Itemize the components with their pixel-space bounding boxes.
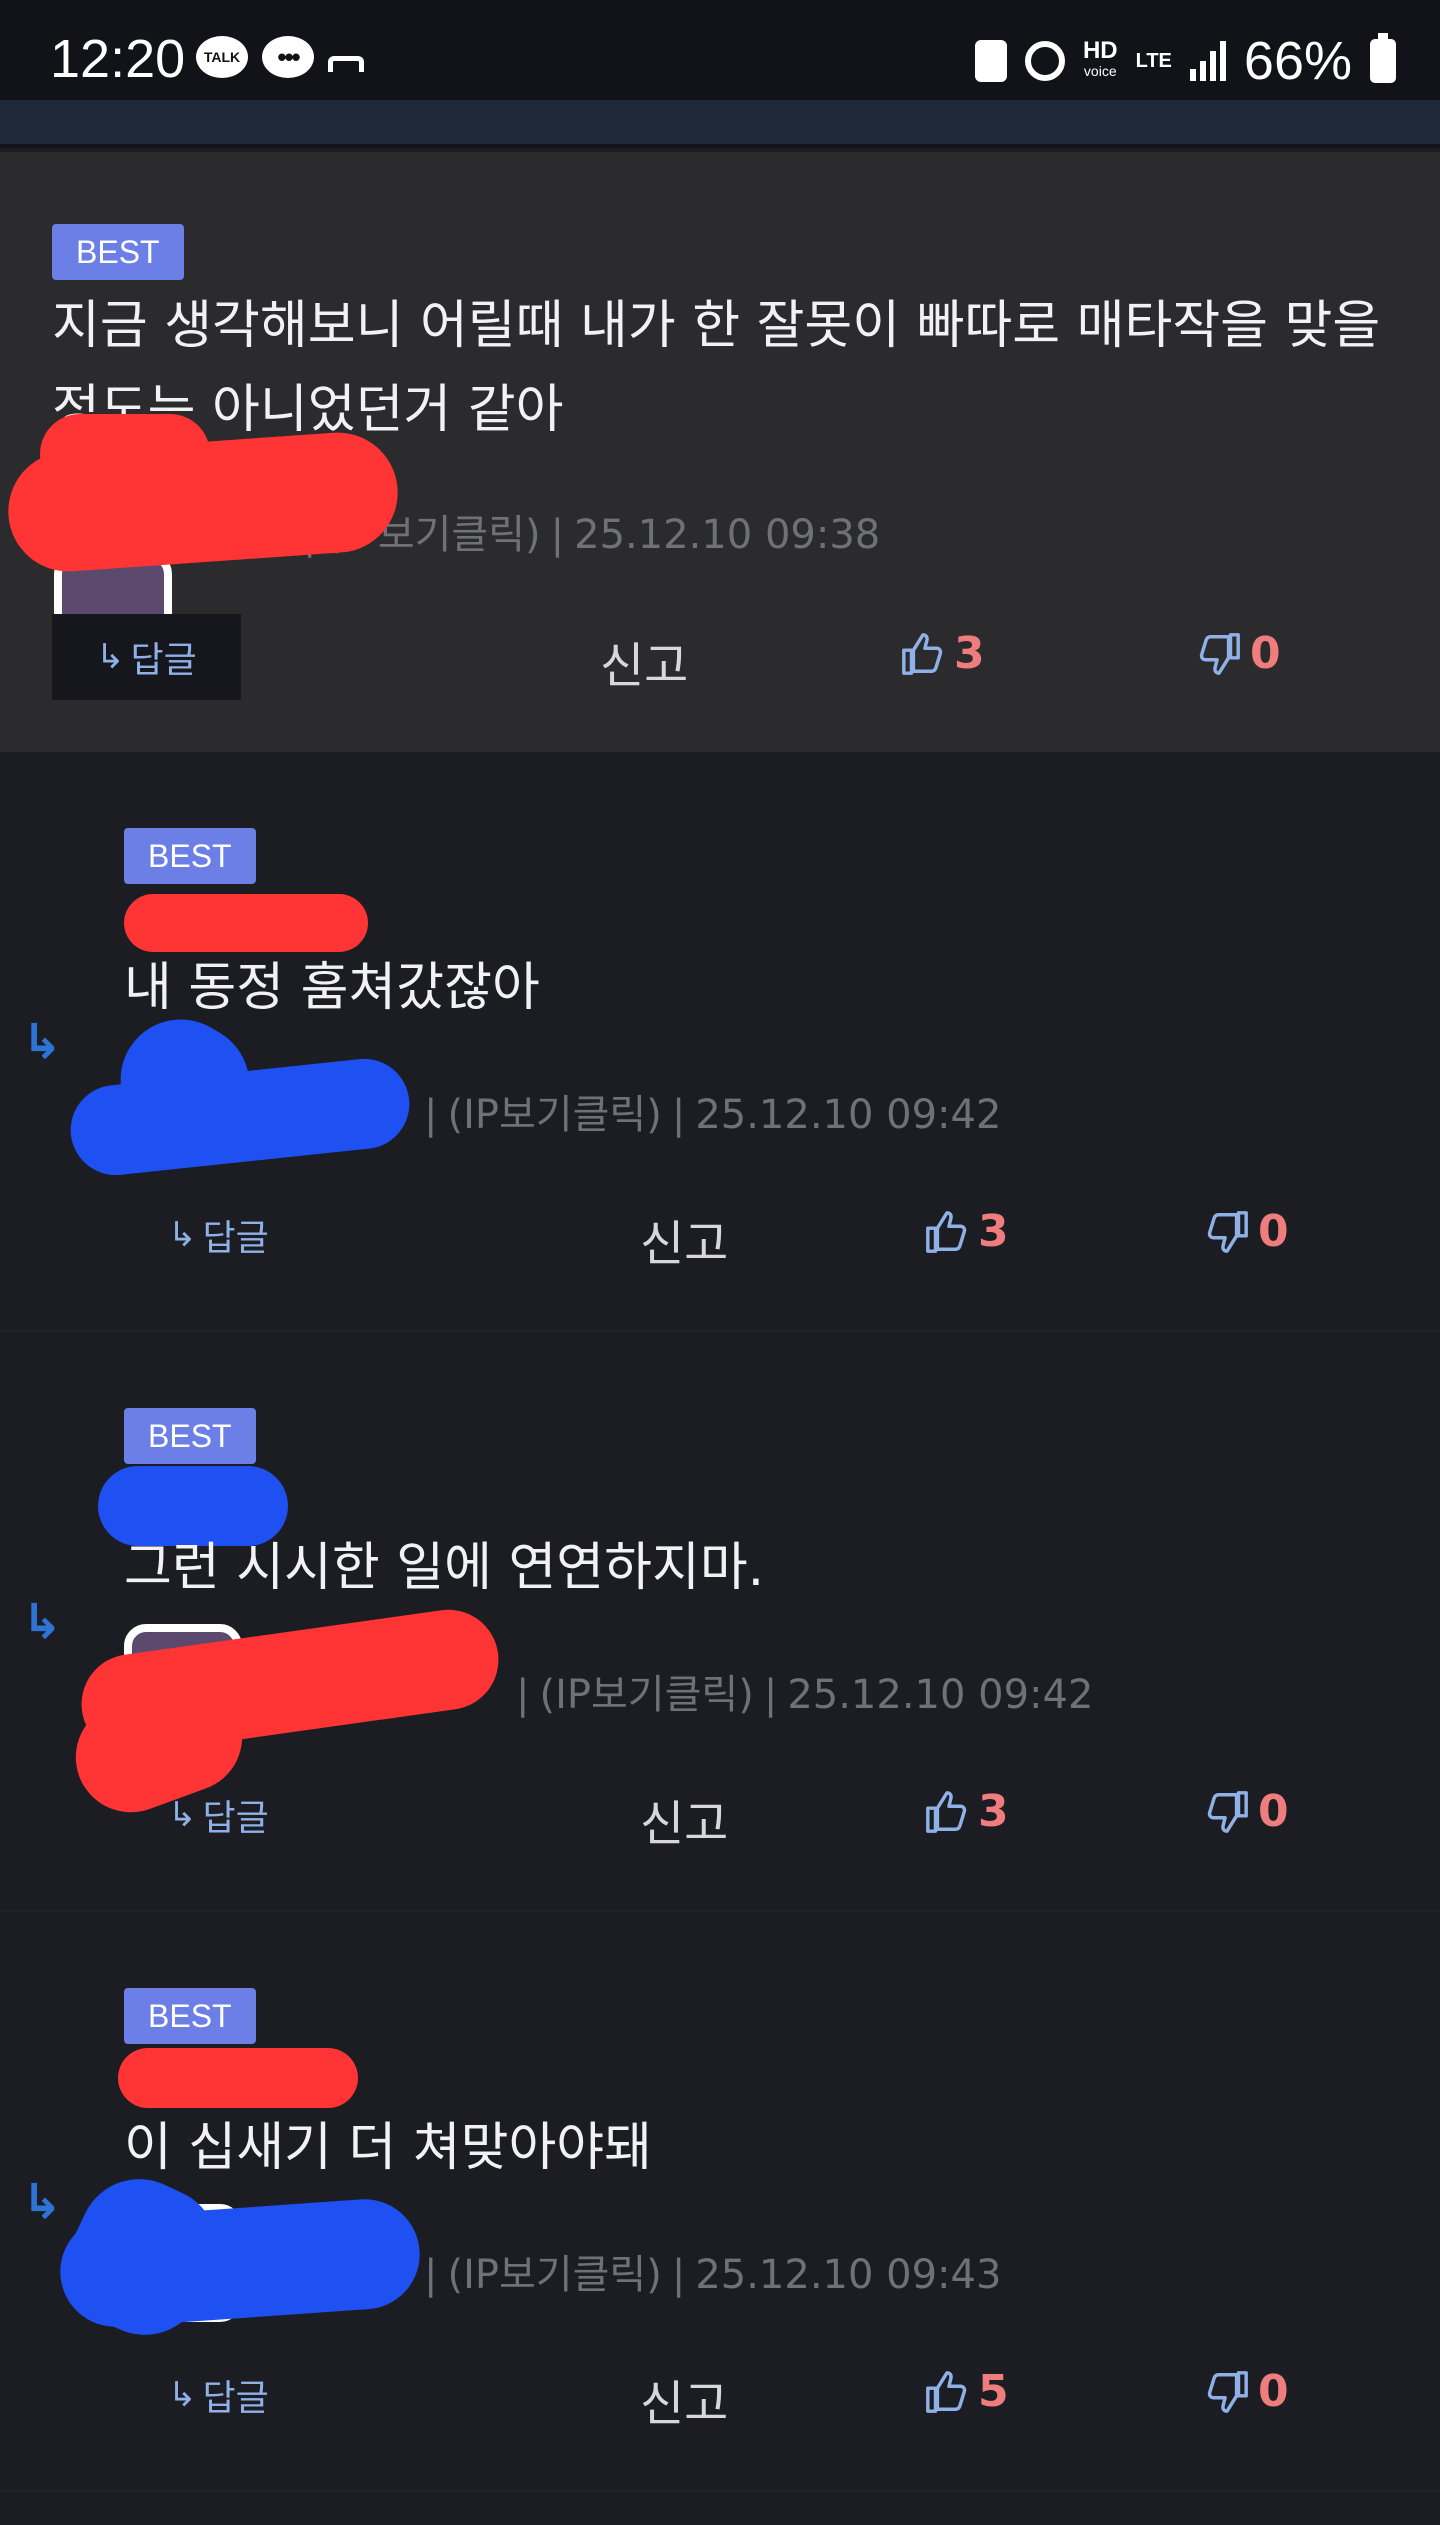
thumbs-up-icon — [926, 2370, 967, 2413]
best-badge: BEST — [124, 1408, 256, 1464]
comment-text: 지금 생각해보니 어릴때 내가 한 잘못이 빠따로 매타작을 맞을 정도는 아니… — [52, 296, 1381, 440]
comment-text: 그런 시시한 일에 연연하지마. — [124, 1538, 765, 1598]
reply-button[interactable]: ↳ 답글 — [124, 1772, 313, 1858]
status-bar: 12:20 TALK ••• HD voice LTE 66% — [0, 0, 1440, 100]
reply-arrow-icon: ↳ — [168, 1215, 197, 1255]
message-icon: ••• — [262, 36, 314, 78]
comment-text: 내 동정 훔쳐갔잖아 — [124, 958, 540, 1018]
like-button[interactable]: 3 — [924, 1206, 1009, 1257]
comment-meta: | (IP보기클릭) | 25.12.10 09:43 — [424, 2252, 1002, 2298]
comment-date: 25.12.10 09:42 — [787, 1672, 1094, 1718]
kakaotalk-icon: TALK — [196, 36, 248, 78]
redaction-mark — [118, 2048, 358, 2108]
thumbs-down-icon — [1207, 1210, 1248, 1253]
report-button[interactable]: 신고 — [640, 1784, 728, 1854]
reply-arrow-icon: ↳ — [168, 1795, 197, 1835]
comment-item: ↳ BEST 이 십새기 더 쳐맞아야돼 | (IP보기클릭) | 25.12.10 … — [0, 1912, 1440, 2492]
like-button[interactable]: 5 — [924, 2366, 1009, 2417]
reply-button[interactable]: ↳ 답글 — [52, 614, 241, 700]
comment-meta: | (IP보기클릭) | 25.12.10 09:42 — [424, 1092, 1002, 1138]
signal-icon — [1189, 41, 1226, 81]
thumbs-up-icon — [926, 1790, 967, 1833]
notification-icons: TALK ••• — [196, 36, 364, 78]
reply-arrow-icon: ↳ — [168, 2375, 197, 2415]
dislike-button[interactable]: 0 — [1204, 1206, 1289, 1257]
comment-meta: | (IP보기클릭) | 25.12.10 09:42 — [516, 1672, 1094, 1718]
top-strip — [0, 100, 1440, 148]
thumbs-up-icon — [902, 632, 943, 675]
notification-icon — [328, 56, 364, 72]
alarm-icon — [1024, 41, 1065, 81]
reply-button[interactable]: ↳ 답글 — [124, 1192, 313, 1278]
dislike-button[interactable]: 0 — [1204, 2366, 1289, 2417]
reply-button[interactable]: ↳ 답글 — [124, 2352, 313, 2438]
best-badge: BEST — [52, 224, 184, 280]
like-button[interactable]: 3 — [900, 628, 985, 679]
battery-icon — [1370, 33, 1396, 83]
system-icons: HD voice LTE 66% — [974, 30, 1396, 92]
comment-date: 25.12.10 09:42 — [695, 1092, 1002, 1138]
dislike-button[interactable]: 0 — [1204, 1786, 1289, 1837]
thumbs-down-icon — [1207, 1790, 1248, 1833]
battery-saver-icon — [974, 40, 1007, 82]
report-button[interactable]: 신고 — [640, 1204, 728, 1274]
like-button[interactable]: 3 — [924, 1786, 1009, 1837]
thumbs-down-icon — [1199, 632, 1240, 675]
hd-voice-icon: HD voice — [1082, 37, 1118, 80]
report-button[interactable]: 신고 — [600, 626, 688, 696]
redaction-mark — [40, 414, 210, 494]
thumbs-down-icon — [1207, 2370, 1248, 2413]
clock: 12:20 — [50, 29, 186, 89]
comment-item: BEST 지금 생각해보니 어릴때 내가 한 잘못이 빠따로 매타작을 맞을 정… — [0, 152, 1440, 752]
ip-link[interactable]: (IP보기클릭) — [539, 1672, 753, 1718]
comment-item: ↳ BEST 내 동정 훔쳐갔잖아 | (IP보기클릭) | 25.12.10 09:… — [0, 752, 1440, 1332]
best-badge: BEST — [124, 828, 256, 884]
ip-link[interactable]: (IP보기클릭) — [447, 2252, 661, 2298]
comment-text: 이 십새기 더 쳐맞아야돼 — [124, 2118, 652, 2178]
comment-item: ↳ BEST 그런 시시한 일에 연연하지마. | (IP보기클릭) | 25.12.… — [0, 1332, 1440, 1912]
thumbs-up-icon — [926, 1210, 967, 1253]
reply-indicator-icon: ↳ — [22, 1594, 63, 1650]
reply-indicator-icon: ↳ — [22, 1014, 63, 1070]
report-button[interactable]: 신고 — [640, 2364, 728, 2434]
comment-date: 25.12.10 09:38 — [574, 512, 881, 558]
redaction-mark — [124, 894, 368, 952]
lte-icon: LTE — [1135, 50, 1172, 72]
reply-arrow-icon: ↳ — [96, 637, 125, 677]
dislike-button[interactable]: 0 — [1196, 628, 1281, 679]
best-badge: BEST — [124, 1988, 256, 2044]
battery-percent: 66% — [1243, 31, 1352, 91]
reply-indicator-icon: ↳ — [22, 2174, 63, 2230]
ip-link[interactable]: (IP보기클릭) — [447, 1092, 661, 1138]
comment-date: 25.12.10 09:43 — [695, 2252, 1002, 2298]
